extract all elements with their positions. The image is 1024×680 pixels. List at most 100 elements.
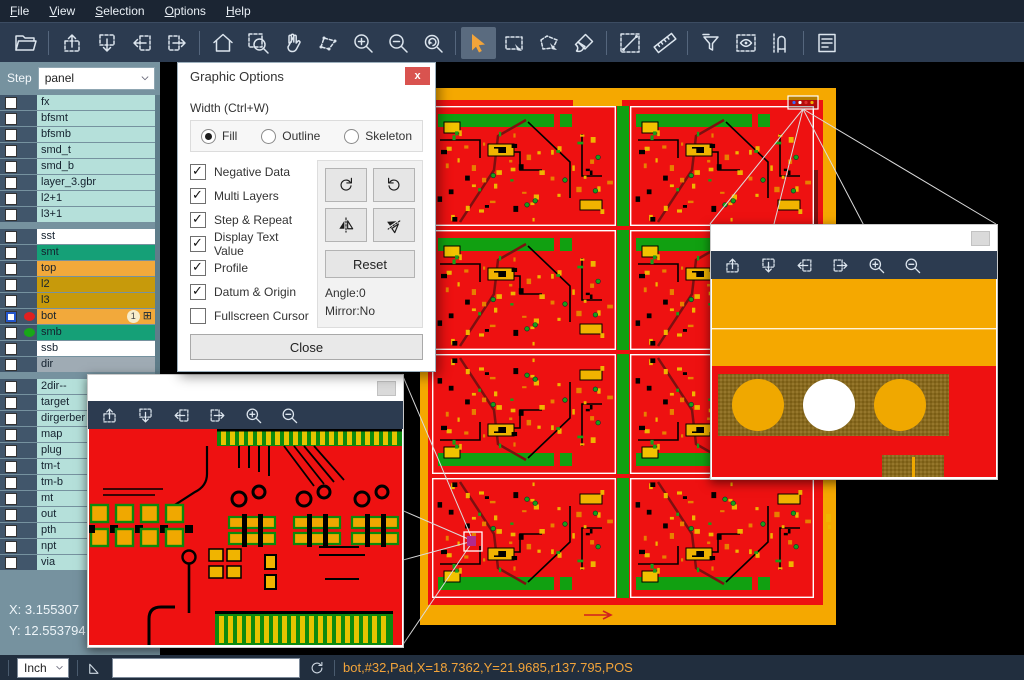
tool-ruler[interactable] — [647, 27, 682, 59]
layer-row-dir[interactable]: dir — [0, 357, 155, 372]
zoomed-pcb-view[interactable] — [711, 279, 997, 478]
layer-label[interactable]: layer_3.gbr — [37, 175, 155, 190]
layer-checkbox[interactable] — [5, 359, 17, 371]
layer-checkbox[interactable] — [5, 477, 17, 489]
layer-checkbox[interactable] — [5, 445, 17, 457]
option-negative-data[interactable]: Negative Data — [190, 160, 309, 184]
menu-file[interactable]: File — [0, 1, 39, 21]
layer-checkbox[interactable] — [5, 311, 17, 323]
layer-label[interactable]: l3 — [37, 293, 155, 308]
checkbox-icon[interactable] — [190, 188, 206, 204]
tool-zoom-in[interactable] — [345, 27, 380, 59]
tool-pan-right[interactable] — [159, 27, 194, 59]
layer-row-smt[interactable]: smt — [0, 245, 155, 260]
radio-dot-icon[interactable] — [344, 129, 359, 144]
layer-checkbox[interactable] — [5, 493, 17, 505]
reset-button[interactable]: Reset — [325, 250, 415, 278]
mirror-slant-button[interactable] — [373, 208, 415, 242]
tool-pan-down[interactable] — [136, 406, 155, 425]
tool-zoom-in[interactable] — [244, 406, 263, 425]
layer-label[interactable]: smt — [37, 245, 155, 260]
layer-label[interactable]: smd_t — [37, 143, 155, 158]
dialog-titlebar[interactable]: Graphic Options x — [178, 63, 435, 89]
close-button[interactable]: Close — [190, 334, 423, 360]
callout-marker-top-right[interactable] — [788, 96, 818, 109]
tool-pan-right[interactable] — [831, 256, 850, 275]
tool-snap-magnet[interactable] — [763, 27, 798, 59]
layer-checkbox[interactable] — [5, 295, 17, 307]
tool-select-arrow[interactable] — [461, 27, 496, 59]
layer-label[interactable]: l2 — [37, 277, 155, 292]
mirror-vert-button[interactable] — [325, 208, 367, 242]
layer-label[interactable]: bot1⊞ — [37, 309, 155, 324]
menu-selection[interactable]: Selection — [85, 1, 154, 21]
refresh-icon[interactable] — [308, 659, 326, 677]
layer-checkbox[interactable] — [5, 279, 17, 291]
tool-pan-left[interactable] — [124, 27, 159, 59]
option-display-text-value[interactable]: Display Text Value — [190, 232, 309, 256]
option-multi-layers[interactable]: Multi Layers — [190, 184, 309, 208]
unit-select[interactable]: Inch — [17, 658, 69, 678]
tool-folder-open[interactable] — [8, 27, 43, 59]
tool-zoom-out[interactable] — [380, 27, 415, 59]
menu-view[interactable]: View — [39, 1, 85, 21]
layer-checkbox[interactable] — [5, 397, 17, 409]
step-repeat-grid-icon[interactable]: ⊞ — [143, 309, 152, 324]
layer-label[interactable]: fx — [37, 95, 155, 110]
option-datum-origin[interactable]: Datum & Origin — [190, 280, 309, 304]
layer-label[interactable]: smd_b — [37, 159, 155, 174]
window-titlebar[interactable] — [711, 225, 997, 251]
tool-home[interactable] — [205, 27, 240, 59]
tool-pan-hand[interactable] — [275, 27, 310, 59]
layer-checkbox[interactable] — [5, 429, 17, 441]
tool-zoom-window[interactable] — [240, 27, 275, 59]
layer-row-l3+1[interactable]: l3+1 — [0, 207, 155, 222]
tool-filter[interactable] — [693, 27, 728, 59]
layer-label[interactable]: l3+1 — [37, 207, 155, 222]
tool-zoom-out[interactable] — [280, 406, 299, 425]
tool-pan-up[interactable] — [100, 406, 119, 425]
layer-label[interactable]: dir — [37, 357, 155, 372]
layer-row-smd_t[interactable]: smd_t — [0, 143, 155, 158]
tool-select-polygon[interactable] — [531, 27, 566, 59]
layer-row-smd_b[interactable]: smd_b — [0, 159, 155, 174]
layer-row-fx[interactable]: fx — [0, 95, 155, 110]
tool-zoom-polygon[interactable] — [310, 27, 345, 59]
tool-view-box[interactable] — [728, 27, 763, 59]
window-button-icon[interactable] — [971, 231, 990, 246]
layer-label[interactable]: smb — [37, 325, 155, 340]
layer-checkbox[interactable] — [5, 113, 17, 125]
layer-row-top[interactable]: top — [0, 261, 155, 276]
layer-checkbox[interactable] — [5, 263, 17, 275]
window-titlebar[interactable] — [88, 375, 403, 401]
layer-checkbox[interactable] — [5, 161, 17, 173]
tool-measure-distance[interactable] — [612, 27, 647, 59]
layer-checkbox[interactable] — [5, 145, 17, 157]
option-profile[interactable]: Profile — [190, 256, 309, 280]
tool-zoom-previous[interactable] — [415, 27, 450, 59]
layer-checkbox[interactable] — [5, 525, 17, 537]
layer-row-layer_3.gbr[interactable]: layer_3.gbr — [0, 175, 155, 190]
zoomed-pcb-view[interactable] — [88, 429, 403, 646]
layer-checkbox[interactable] — [5, 193, 17, 205]
layer-checkbox[interactable] — [5, 231, 17, 243]
layer-row-bfsmt[interactable]: bfsmt — [0, 111, 155, 126]
menu-options[interactable]: Options — [155, 1, 216, 21]
close-icon[interactable]: x — [405, 67, 430, 85]
layer-checkbox[interactable] — [5, 177, 17, 189]
layer-checkbox[interactable] — [5, 129, 17, 141]
checkbox-icon[interactable] — [190, 284, 206, 300]
layer-label[interactable]: bfsmt — [37, 111, 155, 126]
layer-checkbox[interactable] — [5, 413, 17, 425]
tool-pan-left[interactable] — [795, 256, 814, 275]
layer-checkbox[interactable] — [5, 209, 17, 221]
tool-pan-down[interactable] — [759, 256, 778, 275]
tool-zoom-in[interactable] — [867, 256, 886, 275]
checkbox-icon[interactable] — [190, 308, 206, 324]
tool-brush[interactable] — [566, 27, 601, 59]
layer-row-ssb[interactable]: ssb — [0, 341, 155, 356]
checkbox-icon[interactable] — [190, 164, 206, 180]
rotate-ccw-button[interactable] — [373, 168, 415, 202]
layer-checkbox[interactable] — [5, 461, 17, 473]
layer-row-sst[interactable]: sst — [0, 229, 155, 244]
